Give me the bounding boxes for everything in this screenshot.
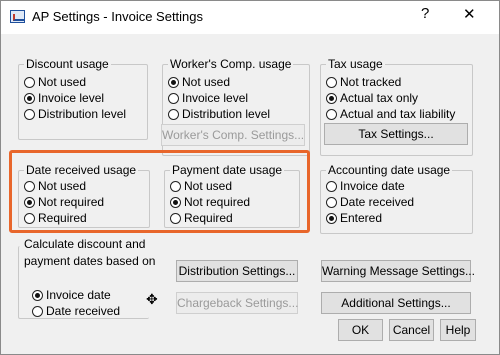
calculate-dates-group: Calculate discount and payment dates bas…: [18, 237, 155, 319]
discount-distribution-level-radio[interactable]: Distribution level: [24, 107, 126, 121]
discount-invoice-level-radio[interactable]: Invoice level: [24, 91, 104, 105]
radio-icon: [32, 305, 43, 317]
radio-icon: [326, 196, 337, 208]
date-received-usage-group: Date received usage Not used Not require…: [18, 163, 150, 228]
window-title: AP Settings - Invoice Settings: [32, 9, 204, 24]
close-button[interactable]: ✕: [463, 5, 476, 23]
app-icon: [10, 10, 25, 23]
tax-not-tracked-radio[interactable]: Not tracked: [326, 75, 401, 89]
payment-date-required-radio[interactable]: Required: [170, 211, 233, 225]
radio-selected-icon: [168, 76, 179, 88]
tax-usage-legend: Tax usage: [326, 57, 385, 71]
radio-selected-icon: [170, 196, 181, 208]
radio-icon: [170, 212, 181, 224]
radio-icon: [326, 76, 337, 88]
payment-date-not-used-radio[interactable]: Not used: [170, 179, 232, 193]
workers-comp-invoice-level-radio[interactable]: Invoice level: [168, 91, 248, 105]
distribution-settings-button[interactable]: Distribution Settings...: [176, 260, 298, 282]
discount-usage-group: Discount usage Not used Invoice level Di…: [18, 57, 148, 140]
payment-date-usage-group: Payment date usage Not used Not required…: [164, 163, 300, 228]
radio-selected-icon: [24, 196, 35, 208]
chargeback-settings-button[interactable]: Chargeback Settings...: [176, 292, 298, 314]
radio-selected-icon: [326, 92, 337, 104]
title-bar: AP Settings - Invoice Settings ? ✕: [1, 1, 499, 34]
radio-icon: [168, 92, 179, 104]
radio-icon: [326, 180, 337, 192]
radio-icon: [170, 180, 181, 192]
warning-message-settings-button[interactable]: Warning Message Settings...: [321, 260, 475, 282]
radio-selected-icon: [24, 92, 35, 104]
tax-actual-only-radio[interactable]: Actual tax only: [326, 91, 418, 105]
accounting-invoice-date-radio[interactable]: Invoice date: [326, 179, 405, 193]
discount-not-used-radio[interactable]: Not used: [24, 75, 86, 89]
accounting-entered-radio[interactable]: Entered: [326, 211, 382, 225]
radio-icon: [24, 212, 35, 224]
workers-comp-distribution-level-radio[interactable]: Distribution level: [168, 107, 270, 121]
radio-icon: [168, 108, 179, 120]
workers-comp-settings-button[interactable]: Worker's Comp. Settings...: [161, 124, 305, 146]
date-received-not-required-radio[interactable]: Not required: [24, 195, 104, 209]
move-cursor-icon: ✥: [146, 291, 158, 307]
calculate-date-received-radio[interactable]: Date received: [32, 304, 120, 318]
calculate-label-line2: payment dates based on: [24, 254, 156, 268]
radio-icon: [24, 180, 35, 192]
help-button[interactable]: Help: [440, 319, 476, 341]
workers-comp-legend: Worker's Comp. usage: [168, 57, 294, 71]
radio-icon: [24, 108, 35, 120]
date-received-required-radio[interactable]: Required: [24, 211, 87, 225]
settings-dialog: AP Settings - Invoice Settings ? ✕ Disco…: [0, 0, 500, 355]
ok-button[interactable]: OK: [338, 319, 383, 341]
accounting-date-legend: Accounting date usage: [326, 163, 453, 177]
accounting-date-received-radio[interactable]: Date received: [326, 195, 414, 209]
radio-icon: [24, 76, 35, 88]
date-received-legend: Date received usage: [24, 163, 139, 177]
cancel-button[interactable]: Cancel: [389, 319, 434, 341]
radio-selected-icon: [326, 212, 337, 224]
discount-usage-legend: Discount usage: [24, 57, 111, 71]
date-received-not-used-radio[interactable]: Not used: [24, 179, 86, 193]
additional-settings-button[interactable]: Additional Settings...: [321, 292, 471, 314]
calculate-invoice-date-radio[interactable]: Invoice date: [32, 288, 111, 302]
tax-settings-button[interactable]: Tax Settings...: [324, 123, 468, 145]
radio-icon: [326, 108, 337, 120]
payment-date-not-required-radio[interactable]: Not required: [170, 195, 250, 209]
workers-comp-not-used-radio[interactable]: Not used: [168, 75, 230, 89]
help-title-button[interactable]: ?: [421, 5, 429, 22]
tax-actual-and-liability-radio[interactable]: Actual and tax liability: [326, 107, 455, 121]
radio-selected-icon: [32, 289, 43, 301]
calculate-label-line1: Calculate discount and: [24, 237, 146, 251]
accounting-date-usage-group: Accounting date usage Invoice date Date …: [320, 163, 473, 234]
payment-date-legend: Payment date usage: [170, 163, 285, 177]
